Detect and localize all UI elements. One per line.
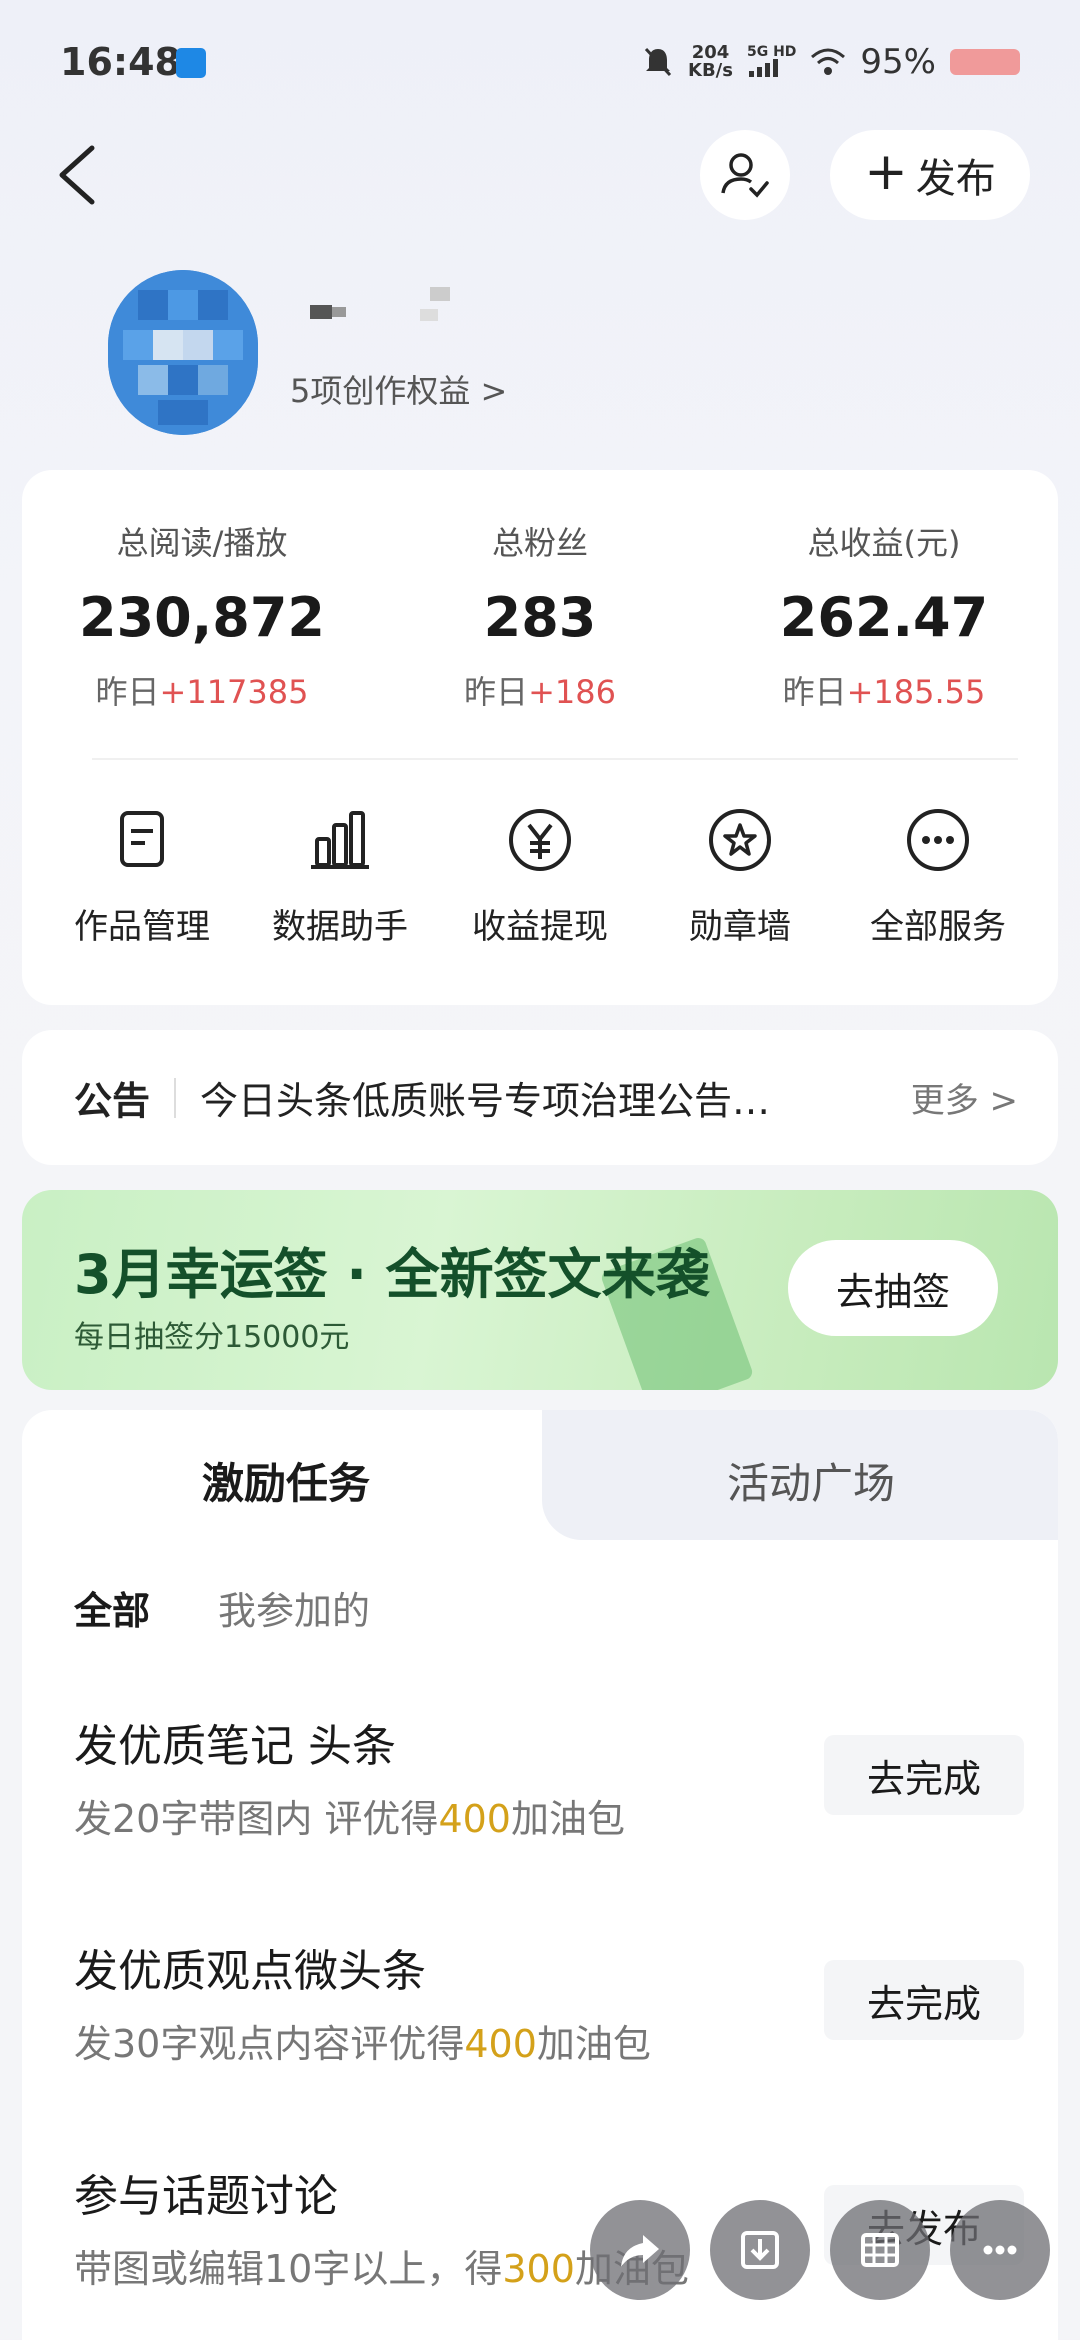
tab-incentive-tasks[interactable]: 激励任务 — [202, 1450, 370, 1511]
stat-label: 总收益(元) — [807, 524, 961, 562]
task-item: 发优质观点微头条 发30字观点内容评优得400加油包 去完成 — [74, 1935, 1024, 2085]
stat-delta-value: +117385 — [159, 673, 309, 711]
task-tabs: 激励任务 活动广场 — [22, 1410, 1058, 1540]
banner-title: 3月幸运签 · 全新签文来袭 — [74, 1243, 710, 1306]
status-time: 16:48 — [60, 40, 181, 84]
task-desc-text: 发20字带图内 评优得 — [74, 1797, 439, 1841]
stat-delta-prefix: 昨日 — [95, 673, 160, 711]
signal-icon — [748, 58, 778, 77]
yuan-icon — [509, 809, 571, 871]
stat-delta: 昨日+117385 — [52, 667, 352, 713]
download-fab[interactable] — [710, 2200, 810, 2300]
task-desc-text: 发30字观点内容评优得 — [74, 2022, 465, 2066]
task-item: 发优质笔记 头条 发20字带图内 评优得400加油包 去完成 — [74, 1710, 1024, 1860]
task-reward: 400 — [438, 1797, 511, 1841]
stat-label: 总粉丝 — [491, 524, 588, 562]
task-desc-text: 带图或编辑10字以上，得 — [74, 2247, 503, 2291]
document-icon — [120, 811, 164, 867]
service-works-manage[interactable]: 作品管理 — [42, 805, 242, 948]
notice-text[interactable]: 今日头条低质账号专项治理公告… — [200, 1070, 871, 1125]
task-reward: 400 — [464, 2022, 537, 2066]
chevron-left-icon — [59, 145, 95, 205]
battery-text: 95% — [860, 42, 936, 82]
avatar-image — [108, 270, 258, 435]
publish-button[interactable]: + 发布 — [830, 130, 1030, 220]
service-label: 作品管理 — [74, 907, 210, 947]
medal-icon — [709, 809, 771, 871]
stat-fans[interactable]: 总粉丝 283 昨日+186 — [390, 470, 690, 713]
service-label: 勋章墙 — [689, 907, 791, 947]
stat-reads[interactable]: 总阅读/播放 230,872 昨日+117385 — [52, 470, 352, 713]
network-indicator: 5G HD — [747, 45, 796, 80]
filter-all[interactable]: 全部 — [74, 1580, 150, 1635]
bar-chart-icon — [311, 811, 369, 869]
task-action-button[interactable]: 去完成 — [824, 1960, 1024, 2040]
stat-value: 230,872 — [79, 586, 325, 649]
task-desc: 发30字观点内容评优得400加油包 — [74, 2013, 651, 2068]
stats-card: 总阅读/播放 230,872 昨日+117385 总粉丝 283 昨日+186 … — [22, 470, 1058, 1005]
stat-label: 总阅读/播放 — [116, 524, 288, 562]
notice-title: 公告 — [74, 1079, 151, 1123]
task-title: 发优质笔记 头条 — [74, 1721, 396, 1772]
service-withdraw[interactable]: 收益提现 — [440, 805, 640, 948]
service-data-assistant[interactable]: 数据助手 — [240, 805, 440, 948]
plus-icon: + — [864, 142, 908, 202]
stat-delta-value: +185.55 — [846, 673, 986, 711]
divider — [92, 758, 1018, 760]
creator-benefits-link[interactable]: 5项创作权益 > — [290, 366, 507, 412]
grid-icon — [861, 2233, 899, 2267]
stat-delta: 昨日+186 — [390, 667, 690, 713]
notice-more-link[interactable]: 更多 > — [911, 1073, 1018, 1122]
username-blurred — [300, 285, 470, 325]
more-dots-icon — [907, 809, 969, 871]
download-icon — [741, 2231, 779, 2269]
lucky-draw-banner[interactable]: 3月幸运签 · 全新签文来袭 每日抽签分15000元 去抽签 — [22, 1190, 1058, 1390]
user-check-icon — [721, 153, 769, 198]
task-desc-suffix: 加油包 — [510, 1797, 625, 1841]
stat-delta-prefix: 昨日 — [782, 673, 847, 711]
battery-icon — [950, 49, 1020, 75]
notice-bar[interactable]: 公告 今日头条低质账号专项治理公告… 更多 > — [22, 1030, 1058, 1165]
status-indicators: 204 KB/s 5G HD 95% — [642, 42, 1020, 82]
filter-joined[interactable]: 我参加的 — [218, 1580, 370, 1635]
back-button[interactable] — [50, 140, 110, 210]
task-desc-suffix: 加油包 — [536, 2022, 651, 2066]
stat-value: 262.47 — [779, 586, 989, 649]
app-notification-icon — [176, 48, 206, 78]
task-title: 发优质观点微头条 — [74, 1946, 426, 1997]
share-fab[interactable] — [590, 2200, 690, 2300]
net-speed: 204 KB/s — [688, 44, 733, 80]
task-title: 参与话题讨论 — [74, 2171, 338, 2222]
tab-activity-plaza[interactable]: 活动广场 — [727, 1450, 895, 1511]
stat-earnings[interactable]: 总收益(元) 262.47 昨日+185.55 — [734, 470, 1034, 713]
stat-delta: 昨日+185.55 — [734, 667, 1034, 713]
follow-manage-button[interactable] — [700, 130, 790, 220]
avatar[interactable] — [108, 270, 258, 435]
stat-value: 283 — [483, 586, 597, 649]
task-action-button[interactable]: 去完成 — [824, 1735, 1024, 1815]
more-fab[interactable] — [950, 2200, 1050, 2300]
service-label: 全部服务 — [870, 907, 1006, 947]
task-section: 激励任务 活动广场 全部 我参加的 发优质笔记 头条 发20字带图内 评优得40… — [22, 1410, 1058, 2340]
publish-label: 发布 — [915, 156, 996, 202]
task-desc: 发20字带图内 评优得400加油包 — [74, 1788, 625, 1843]
draw-button[interactable]: 去抽签 — [788, 1240, 998, 1336]
stat-delta-value: +186 — [528, 673, 616, 711]
service-label: 数据助手 — [272, 907, 408, 947]
grid-fab[interactable] — [830, 2200, 930, 2300]
service-medal-wall[interactable]: 勋章墙 — [640, 805, 840, 948]
banner-subtitle: 每日抽签分15000元 — [74, 1320, 350, 1355]
mute-bell-icon — [644, 47, 672, 77]
more-icon — [983, 2245, 1017, 2255]
divider — [174, 1077, 177, 1118]
service-label: 收益提现 — [472, 907, 608, 947]
stat-delta-prefix: 昨日 — [464, 673, 529, 711]
service-all[interactable]: 全部服务 — [838, 805, 1038, 948]
task-reward: 300 — [502, 2247, 575, 2291]
net-speed-unit: KB/s — [688, 60, 733, 81]
share-icon — [621, 2235, 659, 2267]
network-label: 5G HD — [746, 43, 797, 60]
wifi-icon — [811, 48, 846, 75]
